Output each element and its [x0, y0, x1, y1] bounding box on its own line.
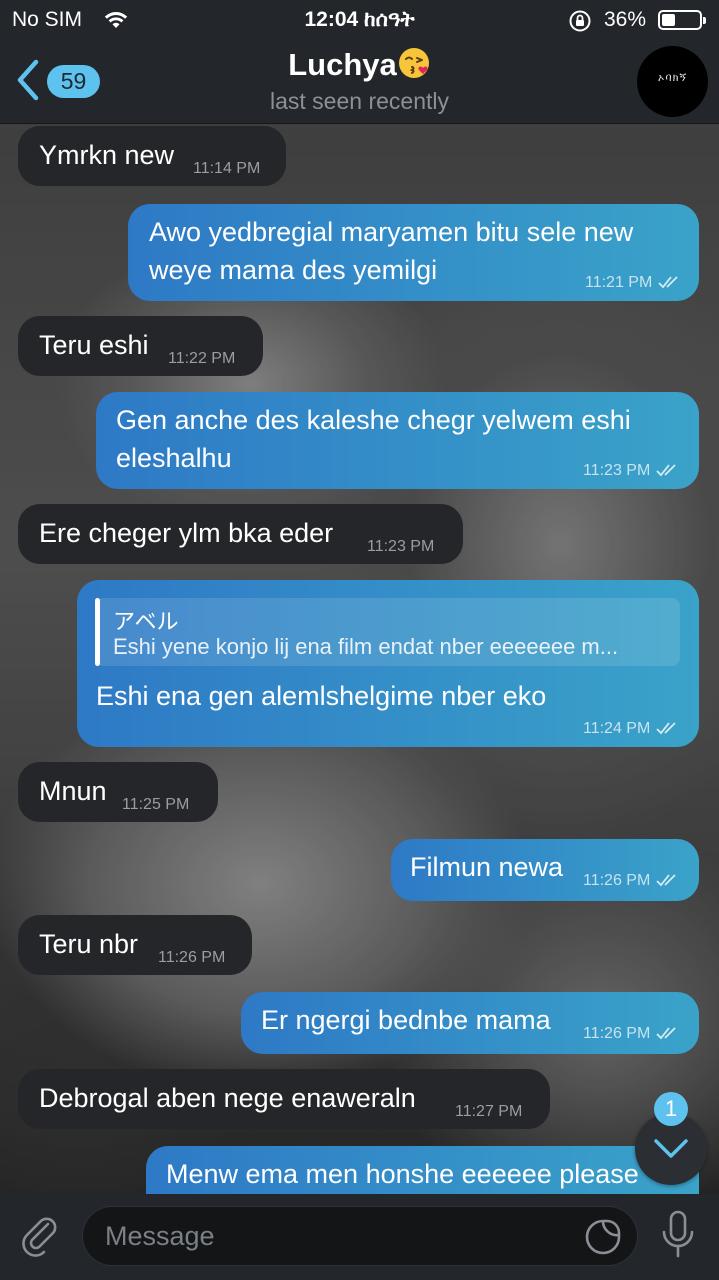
- message-time: 11:24 PM: [583, 720, 651, 737]
- reply-snippet: Eshi yene konjo lij ena film endat nber …: [113, 634, 619, 659]
- battery-icon: [658, 10, 706, 30]
- message-text: Ere cheger ylm bka eder: [39, 518, 334, 548]
- message-time: 11:14 PM: [193, 160, 261, 177]
- message-field[interactable]: [82, 1206, 638, 1266]
- message-meta: 11:21 PM: [585, 274, 680, 292]
- new-messages-badge: 1: [654, 1092, 688, 1126]
- message-time: 11:23 PM: [583, 462, 651, 479]
- message-bubble-outgoing[interactable]: Filmun newa 11:26 PM: [391, 839, 699, 901]
- message-bubble-outgoing[interactable]: Awo yedbregial maryamen bitu sele new we…: [128, 204, 699, 301]
- message-time: 11:26 PM: [583, 1025, 651, 1042]
- battery-percent: 36%: [604, 8, 647, 31]
- message-text: Menw ema men honshe eeeeee please: [166, 1159, 639, 1189]
- kissing-face-emoji-icon: [397, 46, 431, 80]
- message-meta: 11:26 PM: [583, 1025, 678, 1043]
- reply-quote-bar: [95, 598, 100, 666]
- reply-quote[interactable]: アベル Eshi yene konjo lij ena film endat n…: [95, 598, 680, 666]
- message-time: 11:27 PM: [455, 1103, 523, 1120]
- sticker-icon[interactable]: [585, 1219, 621, 1260]
- message-bubble-incoming[interactable]: Ymrkn new 11:14 PM: [18, 126, 286, 186]
- message-time: 11:26 PM: [158, 949, 226, 966]
- read-receipt-icon: [656, 1027, 676, 1040]
- message-bubble-outgoing[interactable]: Gen anche des kaleshe chegr yelwem eshi …: [96, 392, 699, 489]
- paperclip-icon[interactable]: [20, 1214, 62, 1263]
- message-bubble-outgoing[interactable]: Er ngergi bednbe mama 11:26 PM: [241, 992, 699, 1054]
- read-receipt-icon: [656, 722, 676, 735]
- message-text-line: weye mama des yemilgi: [149, 255, 438, 285]
- chevron-down-icon: [654, 1139, 688, 1158]
- message-text: Teru nbr: [39, 929, 139, 959]
- message-text: Debrogal aben nege enaweraln: [39, 1083, 416, 1113]
- message-bubble-incoming[interactable]: Teru eshi 11:22 PM: [18, 316, 263, 376]
- message-text: Ymrkn new: [39, 140, 175, 170]
- message-text-line: eleshalhu: [116, 443, 232, 473]
- message-bubble-incoming[interactable]: Mnun 11:25 PM: [18, 762, 218, 822]
- message-bubble-incoming[interactable]: Ere cheger ylm bka eder 11:23 PM: [18, 504, 463, 564]
- message-bubble-outgoing[interactable]: Menw ema men honshe eeeeee please: [146, 1146, 699, 1194]
- message-text-line: Awo yedbregial maryamen bitu sele new: [149, 217, 634, 247]
- microphone-icon[interactable]: [660, 1210, 696, 1265]
- message-text: Mnun: [39, 776, 107, 806]
- orientation-lock-icon: [568, 9, 592, 39]
- message-text: Filmun newa: [410, 852, 564, 882]
- message-bubble-incoming[interactable]: Debrogal aben nege enaweraln 11:27 PM: [18, 1069, 550, 1129]
- status-bar: No SIM 12:04 ከሰዓት 36%: [0, 0, 719, 40]
- last-seen-status: last seen recently: [270, 88, 449, 114]
- read-receipt-icon: [656, 464, 676, 477]
- contact-avatar[interactable]: ኦባክኝ: [637, 46, 708, 117]
- message-text: Er ngergi bednbe mama: [261, 1005, 551, 1035]
- message-time: 11:26 PM: [583, 872, 651, 889]
- message-text: Eshi ena gen alemlshelgime nber eko: [96, 681, 547, 711]
- chat-title[interactable]: Luchya: [0, 46, 719, 83]
- message-text: Teru eshi: [39, 330, 149, 360]
- message-time: 11:21 PM: [585, 274, 653, 291]
- avatar-text: ኦባክኝ: [657, 72, 688, 84]
- message-input[interactable]: [105, 1207, 575, 1265]
- message-time: 11:22 PM: [168, 350, 236, 367]
- message-time: 11:25 PM: [122, 796, 190, 813]
- message-text-line: Gen anche des kaleshe chegr yelwem eshi: [116, 405, 631, 435]
- message-list[interactable]: Ymrkn new 11:14 PM Awo yedbregial maryam…: [0, 124, 719, 1194]
- message-bubble-incoming[interactable]: Teru nbr 11:26 PM: [18, 915, 252, 975]
- message-meta: 11:24 PM: [583, 720, 678, 738]
- read-receipt-icon: [656, 874, 676, 887]
- contact-name: Luchya: [288, 47, 397, 82]
- reply-author: アベル: [113, 610, 179, 635]
- message-meta: 11:26 PM: [583, 872, 678, 890]
- message-meta: 11:23 PM: [583, 462, 678, 480]
- message-composer: [0, 1194, 719, 1280]
- read-receipt-icon: [658, 276, 678, 289]
- message-bubble-outgoing[interactable]: アベル Eshi yene konjo lij ena film endat n…: [77, 580, 699, 747]
- chat-header: 59 Luchya last seen recently ኦባክኝ: [0, 40, 719, 124]
- message-time: 11:23 PM: [367, 538, 435, 555]
